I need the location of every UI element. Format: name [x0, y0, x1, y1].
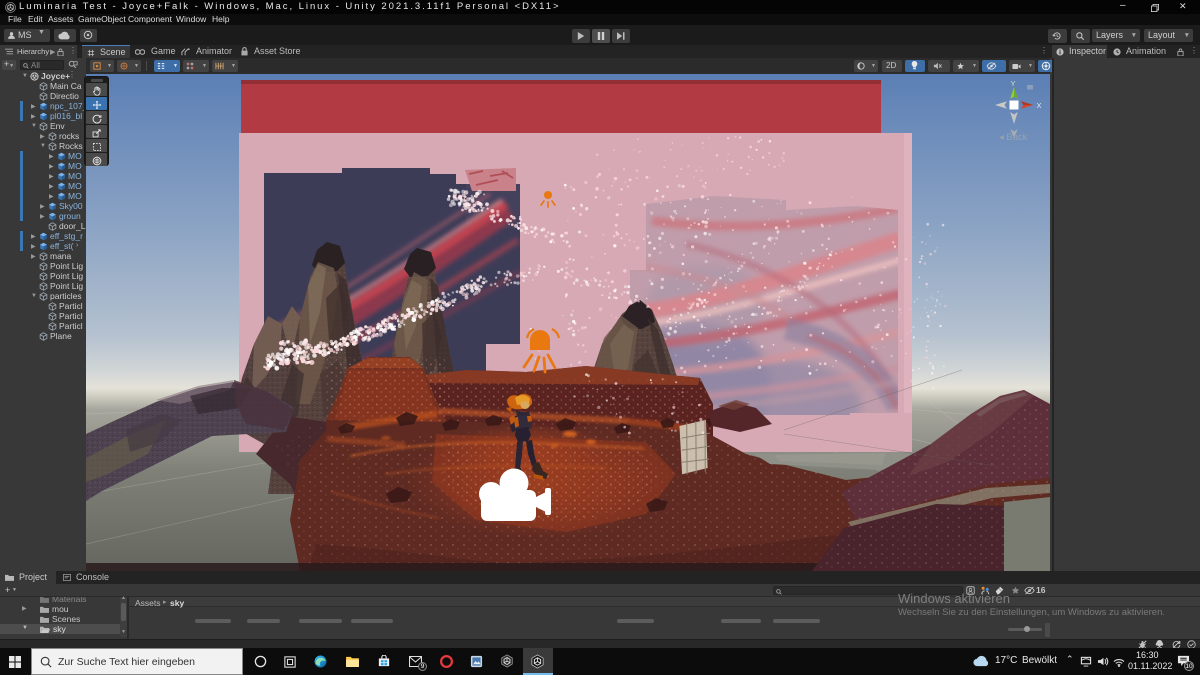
svg-text:◂ Back: ◂ Back [999, 132, 1028, 143]
svg-text:Y: Y [1010, 79, 1015, 88]
svg-text:X: X [1037, 101, 1042, 110]
